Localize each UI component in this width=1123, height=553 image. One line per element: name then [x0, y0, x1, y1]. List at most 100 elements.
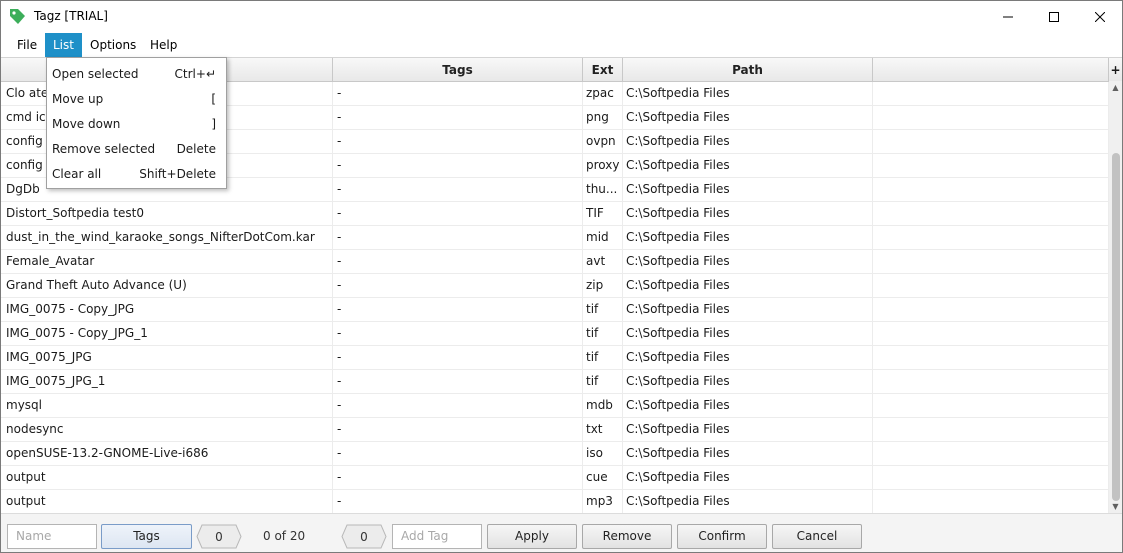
close-button[interactable]: [1077, 1, 1123, 32]
cell-path: C:\Softpedia Files: [623, 466, 873, 490]
list-menu-item[interactable]: Move down]: [47, 112, 226, 137]
cell-path: C:\Softpedia Files: [623, 442, 873, 466]
table-row[interactable]: Female_Avatar - avt C:\Softpedia Files: [1, 250, 1109, 274]
column-header-ext[interactable]: Ext: [583, 58, 623, 82]
table-row[interactable]: IMG_0075 - Copy_JPG - tif C:\Softpedia File…: [1, 298, 1109, 322]
table-row[interactable]: output - mp3 C:\Softpedia Files: [1, 490, 1109, 513]
column-header-path[interactable]: Path: [623, 58, 873, 82]
name-input[interactable]: Name: [7, 524, 97, 549]
add-tag-input[interactable]: Add Tag: [392, 524, 482, 549]
selected-count-text: 0: [360, 530, 368, 544]
cell-tags: -: [333, 442, 583, 466]
menu-bar: File List Options Help: [1, 32, 1122, 57]
menu-help[interactable]: Help: [142, 33, 185, 57]
cell-filler: [873, 418, 1109, 442]
cell-ext: zip: [583, 274, 623, 298]
cell-tags: -: [333, 298, 583, 322]
cell-path: C:\Softpedia Files: [623, 226, 873, 250]
menu-item-shortcut: Delete: [176, 142, 216, 156]
cell-name: IMG_0075 - Copy_JPG_1: [1, 322, 333, 346]
tag-icon: [10, 9, 25, 24]
column-header-tags[interactable]: Tags: [333, 58, 583, 82]
cell-tags: -: [333, 490, 583, 513]
scroll-up-icon[interactable]: ▲: [1109, 81, 1122, 94]
apply-button[interactable]: Apply: [487, 524, 577, 549]
cell-tags: -: [333, 106, 583, 130]
cell-tags: -: [333, 418, 583, 442]
cell-filler: [873, 442, 1109, 466]
item-counter: 0 of 20: [263, 529, 306, 543]
scroll-down-icon[interactable]: ▼: [1109, 500, 1122, 513]
cell-filler: [873, 106, 1109, 130]
table-row[interactable]: IMG_0075_JPG_1- tif C:\Softpedia Files: [1, 370, 1109, 394]
minimize-icon: [1003, 16, 1013, 17]
list-menu-dropdown: Open selected Ctrl+↵ Move up[Move down] Rem…: [46, 57, 227, 189]
cell-filler: [873, 346, 1109, 370]
cell-ext: tif: [583, 370, 623, 394]
menu-item-shortcut: ]: [211, 117, 216, 131]
cell-ext: tif: [583, 322, 623, 346]
list-menu-item[interactable]: Open selected Ctrl+↵: [47, 62, 226, 87]
cell-name: IMG_0075_JPG_1: [1, 370, 333, 394]
cancel-button[interactable]: Cancel: [772, 524, 862, 549]
list-menu-item[interactable]: Clear all Shift+Delete: [47, 162, 226, 187]
cell-path: C:\Softpedia Files: [623, 346, 873, 370]
cell-ext: ovpn: [583, 130, 623, 154]
cell-ext: thu...: [583, 178, 623, 202]
cell-filler: [873, 82, 1109, 106]
cell-filler: [873, 202, 1109, 226]
cell-path: C:\Softpedia Files: [623, 394, 873, 418]
cell-path: C:\Softpedia Files: [623, 202, 873, 226]
minimize-button[interactable]: [985, 1, 1031, 32]
remove-button[interactable]: Remove: [582, 524, 672, 549]
cell-tags: -: [333, 250, 583, 274]
tags-button[interactable]: Tags: [101, 524, 192, 549]
menu-file[interactable]: File: [9, 33, 45, 57]
cell-name: output: [1, 490, 333, 513]
cell-name: Grand Theft Auto Advance (U): [1, 274, 333, 298]
cell-path: C:\Softpedia Files: [623, 490, 873, 513]
cell-tags: -: [333, 394, 583, 418]
cell-tags: -: [333, 322, 583, 346]
table-row[interactable]: Distort_Softpedia test0- TIF C:\Softpedia …: [1, 202, 1109, 226]
table-row[interactable]: output - cue C:\Softpedia Files: [1, 466, 1109, 490]
table-row[interactable]: openSUSE-13.2-GNOME-Live-i686- iso C:\Soft…: [1, 442, 1109, 466]
table-row[interactable]: IMG_0075 - Copy_JPG_1- tif C:\Softpedia Fi…: [1, 322, 1109, 346]
confirm-button[interactable]: Confirm: [677, 524, 767, 549]
cell-tags: -: [333, 178, 583, 202]
maximize-button[interactable]: [1031, 1, 1077, 32]
menu-item-label: Move down: [52, 117, 121, 131]
menu-item-shortcut: [: [211, 92, 216, 106]
cell-path: C:\Softpedia Files: [623, 274, 873, 298]
menu-item-label: Remove selected: [52, 142, 156, 156]
menu-options[interactable]: Options: [82, 33, 144, 57]
table-row[interactable]: Grand Theft Auto Advance (U) - zip C:\Softp…: [1, 274, 1109, 298]
table-row[interactable]: mysql - mdb C:\Softpedia Files: [1, 394, 1109, 418]
cell-ext: avt: [583, 250, 623, 274]
add-column-button[interactable]: +: [1109, 58, 1122, 82]
table-row[interactable]: IMG_0075_JPG - tif C:\Softpedia Files: [1, 346, 1109, 370]
cell-path: C:\Softpedia Files: [623, 250, 873, 274]
table-row[interactable]: dust_in_the_wind_karaoke_songs_NifterDot…: [1, 226, 1109, 250]
cell-name: dust_in_the_wind_karaoke_songs_NifterDot…: [1, 226, 333, 250]
cell-filler: [873, 490, 1109, 513]
list-menu-item[interactable]: Remove selected Delete: [47, 137, 226, 162]
menu-item-label: Open selected: [52, 67, 139, 81]
tags-count-badge: 0: [196, 524, 242, 549]
cell-tags: -: [333, 154, 583, 178]
table-row[interactable]: nodesync - txt C:\Softpedia Files: [1, 418, 1109, 442]
menu-item-label: Move up: [52, 92, 104, 106]
cell-tags: -: [333, 274, 583, 298]
cell-path: C:\Softpedia Files: [623, 106, 873, 130]
menu-list[interactable]: List: [45, 33, 82, 57]
cell-path: C:\Softpedia Files: [623, 130, 873, 154]
vertical-scrollbar[interactable]: ▲ ▼: [1109, 81, 1122, 513]
cell-path: C:\Softpedia Files: [623, 82, 873, 106]
list-menu-item[interactable]: Move up [: [47, 87, 226, 112]
cell-ext: mid: [583, 226, 623, 250]
cell-ext: tif: [583, 298, 623, 322]
cell-name: IMG_0075_JPG: [1, 346, 333, 370]
maximize-icon: [1049, 11, 1059, 22]
cell-filler: [873, 274, 1109, 298]
scroll-thumb[interactable]: [1112, 153, 1120, 501]
